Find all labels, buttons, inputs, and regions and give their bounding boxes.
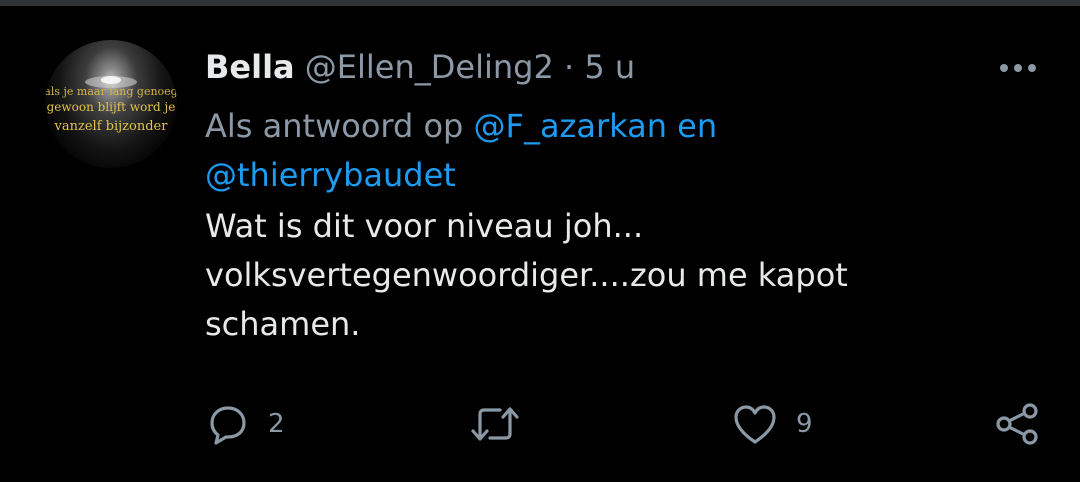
share-button[interactable] (995, 402, 1041, 446)
mention-link[interactable]: @F_azarkan en (474, 107, 718, 145)
reply-button[interactable]: 2 (206, 402, 285, 446)
reply-icon (206, 402, 250, 446)
tweet-text-line: volksvertegenwoordiger....zou me kapot (205, 256, 848, 294)
timestamp[interactable]: 5 u (584, 48, 635, 86)
like-count: 9 (796, 409, 813, 439)
tweet-body: Bella @Ellen_Deling2 · 5 u Als antwoord … (205, 44, 1005, 349)
retweet-button[interactable] (470, 402, 538, 446)
retweet-icon (470, 402, 520, 446)
like-button[interactable]: 9 (732, 402, 813, 446)
author-name[interactable]: Bella (205, 48, 295, 86)
more-horizontal-icon[interactable] (998, 58, 1038, 78)
reply-prefix: Als antwoord op (205, 107, 464, 145)
share-icon (995, 402, 1041, 446)
top-divider (0, 0, 1080, 6)
tweet-text-line: schamen. (205, 305, 361, 343)
mention-link[interactable]: @thierrybaudet (205, 156, 456, 194)
reply-context: Als antwoord op @F_azarkan en @thierryba… (205, 102, 1005, 200)
avatar-text-2: gewoon blijft word je (47, 100, 176, 114)
tweet-text-line: Wat is dit voor niveau joh... (205, 207, 644, 245)
tweet-header: Bella @Ellen_Deling2 · 5 u (205, 44, 1005, 90)
avatar[interactable]: als je maar lang genoeg gewoon blijft wo… (45, 40, 177, 168)
tweet-text: Wat is dit voor niveau joh... volksverte… (205, 202, 1005, 349)
reply-count: 2 (268, 409, 285, 439)
avatar-text-1: als je maar lang genoeg (45, 85, 177, 98)
avatar-image: als je maar lang genoeg gewoon blijft wo… (45, 76, 177, 134)
avatar-text-3: vanzelf bijzonder (54, 119, 169, 134)
author-handle[interactable]: @Ellen_Deling2 (305, 48, 554, 86)
separator-dot: · (564, 48, 575, 86)
heart-icon (732, 402, 778, 446)
